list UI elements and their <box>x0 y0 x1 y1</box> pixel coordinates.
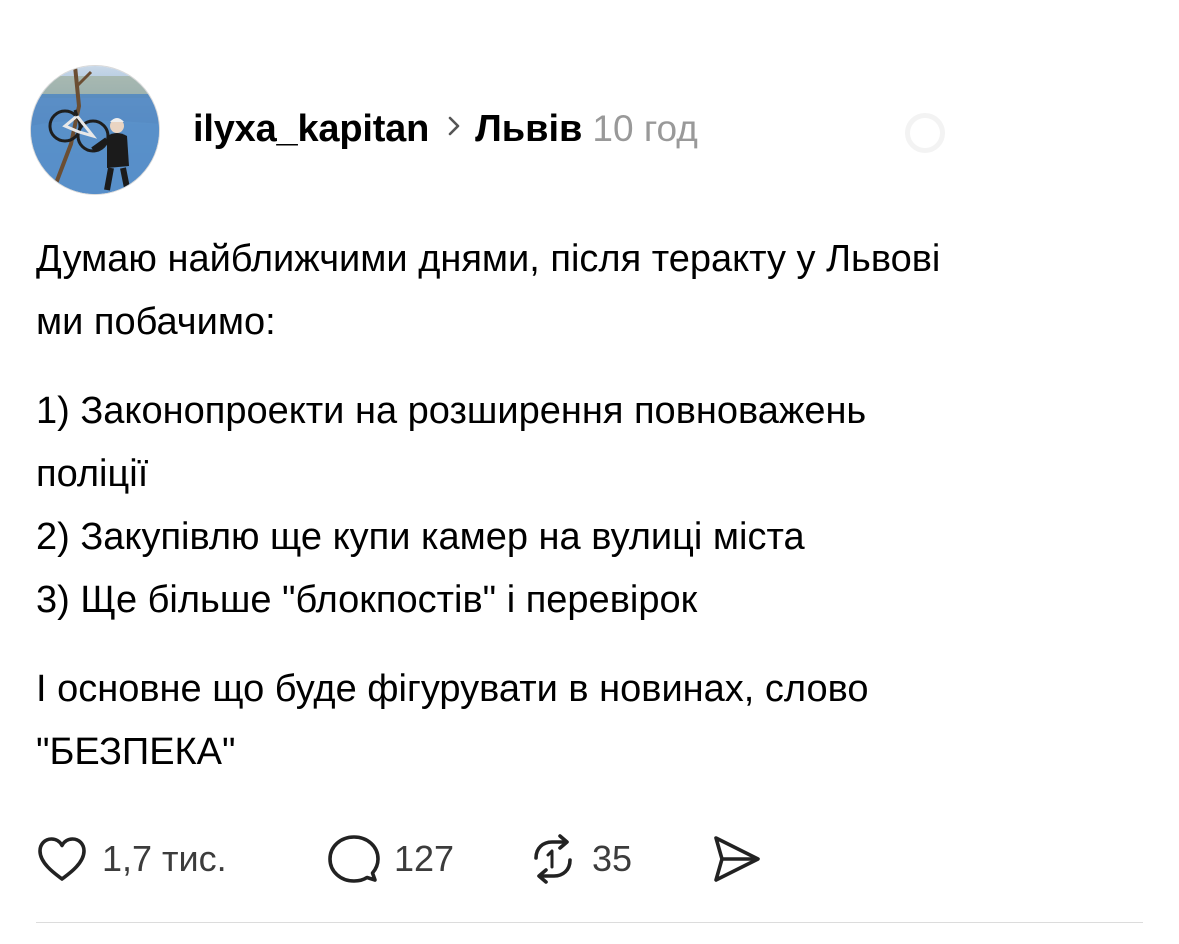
chevron-right-icon <box>447 115 461 142</box>
repost-count: 35 <box>592 838 633 879</box>
post-header: ilyxa_kapitan Львів 10 год <box>193 108 698 152</box>
like-count: 1,7 тис. <box>102 838 227 879</box>
repost-button[interactable]: 35 <box>528 834 710 884</box>
comment-button[interactable]: 127 <box>328 834 528 884</box>
body-intro-line-2: ми побачимо: <box>36 301 276 343</box>
post-body: Думаю найближчими днями, після теракту у… <box>36 228 1146 784</box>
threads-logo-watermark <box>905 108 1155 158</box>
post-actions: 1,7 тис. 127 35 <box>36 832 762 886</box>
share-button[interactable] <box>710 834 762 884</box>
send-paper-plane-icon <box>710 834 762 884</box>
body-item-1-line-1: 1) Законопроекти на розширення повноваже… <box>36 390 867 432</box>
body-intro-line-1: Думаю найближчими днями, після теракту у… <box>36 238 941 280</box>
location-tag[interactable]: Львів <box>475 108 582 151</box>
like-button[interactable]: 1,7 тис. <box>36 835 328 883</box>
body-item-1-line-2: поліції <box>36 453 149 495</box>
body-outro-line-2: "БЕЗПЕКА" <box>36 731 236 773</box>
body-item-2: 2) Закупівлю ще купи камер на вулиці міс… <box>36 516 805 558</box>
comment-bubble-icon <box>328 834 380 884</box>
post-divider <box>36 922 1143 923</box>
threads-post: ilyxa_kapitan Львів 10 год Думаю найближ… <box>0 0 1179 944</box>
heart-icon <box>36 835 88 883</box>
body-outro-line-1: І основне що буде фігурувати в новинах, … <box>36 668 869 710</box>
avatar[interactable] <box>30 65 160 195</box>
avatar-photo <box>31 66 159 194</box>
threads-logo-icon <box>905 113 945 153</box>
body-item-3: 3) Ще більше "блокпостів" і перевірок <box>36 579 698 621</box>
comment-count: 127 <box>394 838 455 879</box>
repost-arrows-icon <box>528 834 578 884</box>
post-timestamp: 10 год <box>592 108 698 149</box>
author-username[interactable]: ilyxa_kapitan <box>193 108 429 151</box>
